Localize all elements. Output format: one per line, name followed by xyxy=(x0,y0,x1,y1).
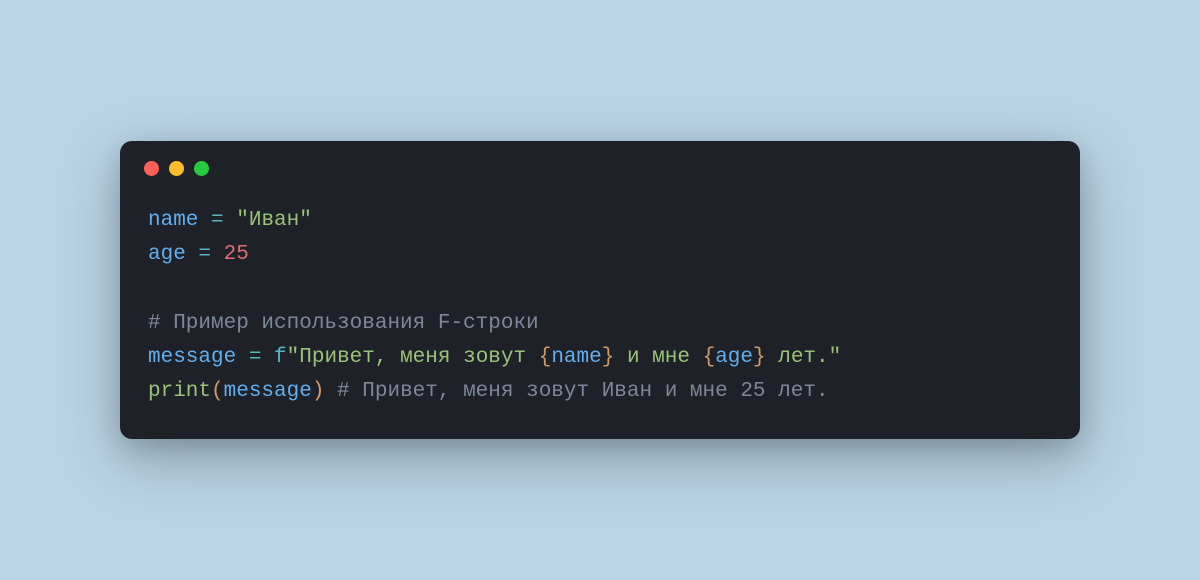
token-space xyxy=(186,243,199,266)
token-string: "Иван" xyxy=(236,209,312,232)
token-brace: { xyxy=(703,346,716,369)
token-number: 25 xyxy=(224,243,249,266)
token-variable: message xyxy=(148,346,236,369)
window-titlebar xyxy=(120,141,1080,186)
token-string-close: " xyxy=(829,346,842,369)
token-string-segment: и мне xyxy=(614,346,702,369)
code-line: age = 25 xyxy=(148,238,1052,272)
code-line: name = "Иван" xyxy=(148,204,1052,238)
token-operator: = xyxy=(198,243,211,266)
token-space xyxy=(224,209,237,232)
token-brace: } xyxy=(753,346,766,369)
code-block: name = "Иван" age = 25 # Пример использо… xyxy=(120,186,1080,438)
token-space xyxy=(324,380,337,403)
token-space xyxy=(211,243,224,266)
token-fvar: age xyxy=(715,346,753,369)
token-operator: = xyxy=(249,346,262,369)
token-comment: # Привет, меня зовут Иван и мне 25 лет. xyxy=(337,380,828,403)
zoom-icon[interactable] xyxy=(194,161,209,176)
token-comment: # Пример использования F-строки xyxy=(148,312,539,335)
token-string-segment: Привет, меня зовут xyxy=(299,346,538,369)
minimize-icon[interactable] xyxy=(169,161,184,176)
code-line: print(message) # Привет, меня зовут Иван… xyxy=(148,375,1052,409)
token-paren: ( xyxy=(211,380,224,403)
close-icon[interactable] xyxy=(144,161,159,176)
token-brace: } xyxy=(602,346,615,369)
code-line: message = f"Привет, меня зовут {name} и … xyxy=(148,341,1052,375)
token-argument: message xyxy=(224,380,312,403)
code-line: # Пример использования F-строки xyxy=(148,307,1052,341)
token-variable: name xyxy=(148,209,198,232)
token-space xyxy=(236,346,249,369)
token-space xyxy=(198,209,211,232)
token-string-open: " xyxy=(287,346,300,369)
code-window: name = "Иван" age = 25 # Пример использо… xyxy=(120,141,1080,438)
token-space xyxy=(261,346,274,369)
token-fprefix: f xyxy=(274,346,287,369)
token-string-segment: лет. xyxy=(766,346,829,369)
code-line-blank xyxy=(148,272,1052,306)
token-operator: = xyxy=(211,209,224,232)
token-fvar: name xyxy=(551,346,601,369)
token-function: print xyxy=(148,380,211,403)
token-variable: age xyxy=(148,243,186,266)
token-paren: ) xyxy=(312,380,325,403)
token-brace: { xyxy=(539,346,552,369)
